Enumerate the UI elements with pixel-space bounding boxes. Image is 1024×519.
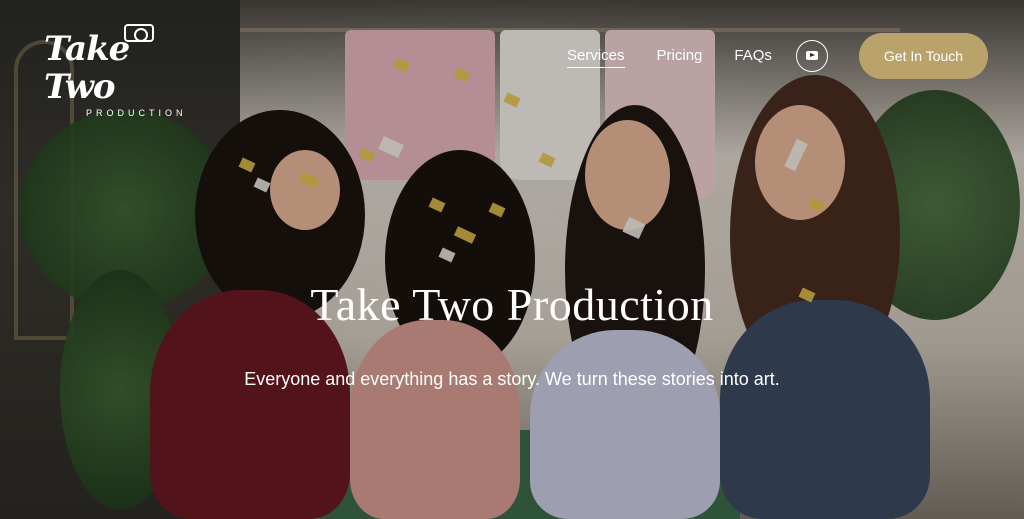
logo-main-text: Take Two bbox=[44, 29, 130, 107]
hero-title: Take Two Production bbox=[310, 279, 714, 330]
nav-item-services[interactable]: Services bbox=[567, 47, 625, 68]
youtube-button[interactable] bbox=[796, 40, 828, 72]
get-in-touch-button[interactable]: Get In Touch bbox=[859, 33, 988, 79]
camera-icon bbox=[124, 24, 154, 42]
youtube-icon bbox=[806, 51, 818, 60]
logo-sub-text: PRODUCTION bbox=[86, 108, 187, 118]
hero-section: Take Two PRODUCTION Services Pricing FAQ… bbox=[0, 0, 1024, 519]
top-navigation: Take Two PRODUCTION Services Pricing FAQ… bbox=[0, 0, 1024, 118]
nav-item-faqs[interactable]: FAQs bbox=[734, 47, 772, 68]
brand-logo[interactable]: Take Two PRODUCTION bbox=[44, 24, 204, 118]
nav-item-pricing[interactable]: Pricing bbox=[657, 47, 703, 68]
nav-menu: Services Pricing FAQs bbox=[567, 47, 772, 68]
hero-subtitle: Everyone and everything has a story. We … bbox=[244, 369, 780, 389]
